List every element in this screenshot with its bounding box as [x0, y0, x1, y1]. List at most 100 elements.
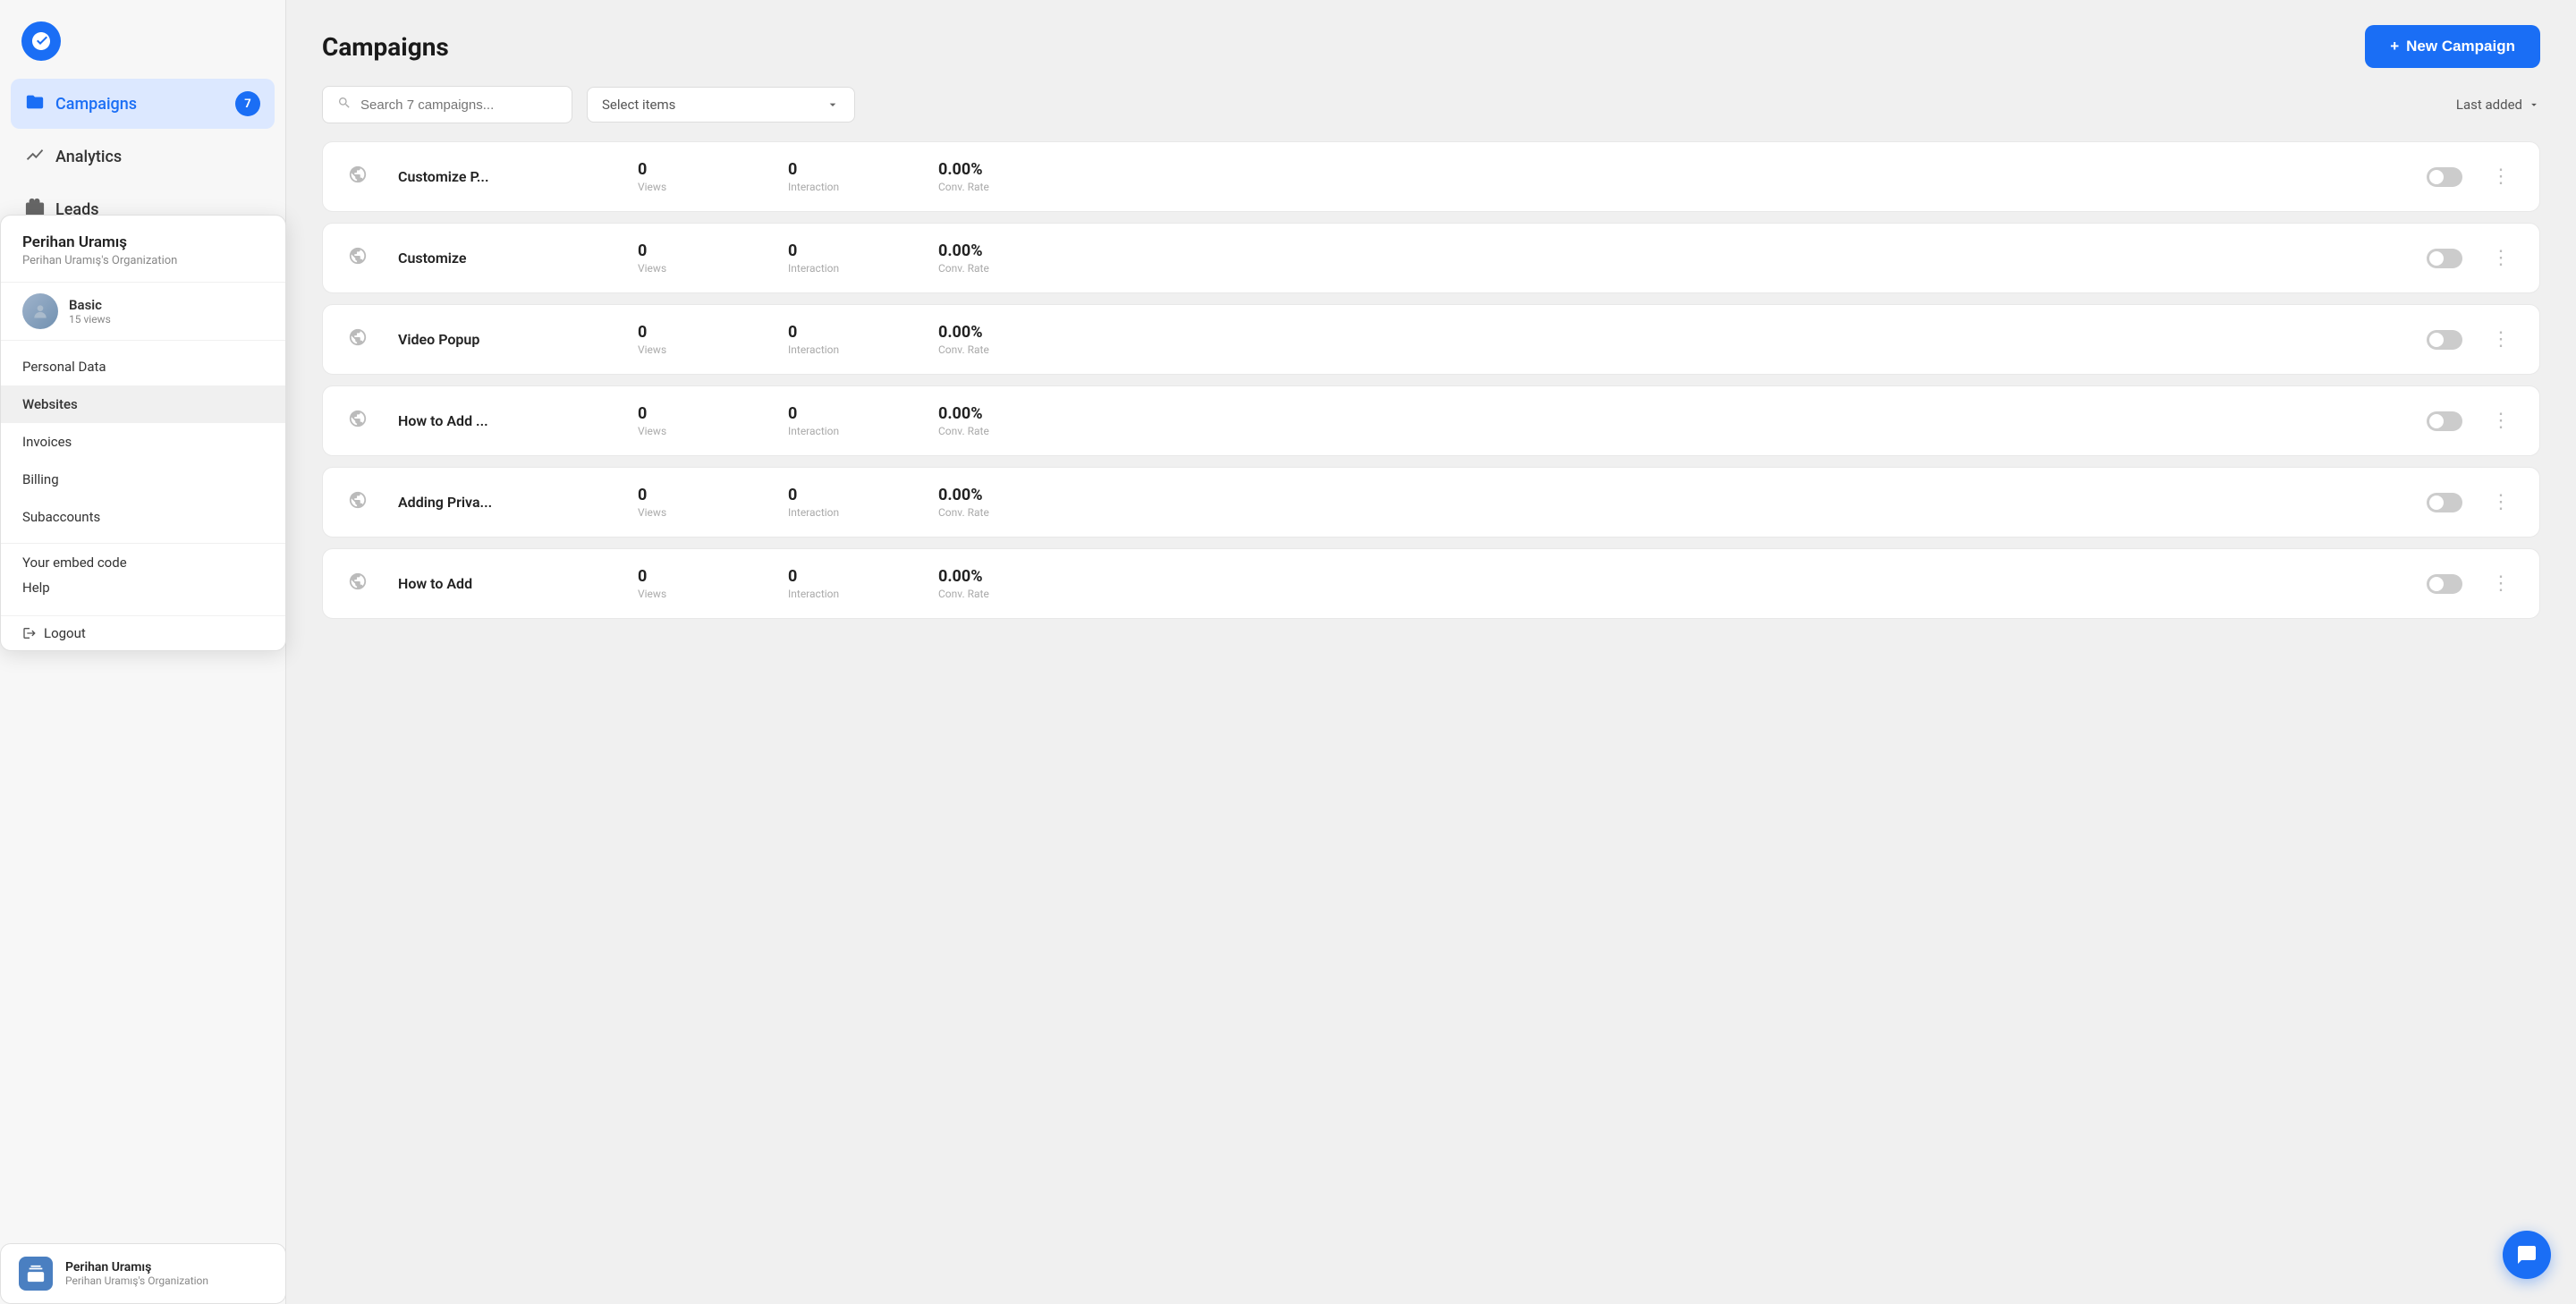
user-bar-name: Perihan Uramış	[65, 1260, 208, 1274]
user-dropdown: Perihan Uramış Perihan Uramış's Organiza…	[0, 215, 286, 651]
campaign-conv-rate: 0.00% Conv. Rate	[938, 241, 1063, 275]
campaign-toggle[interactable]	[2427, 493, 2462, 512]
embed-code-link[interactable]: Your embed code	[22, 555, 264, 571]
plan-info: Basic 15 views	[69, 297, 111, 326]
filter-bar: Select items Last added	[286, 86, 2576, 141]
campaign-card: Customize 0 Views 0 Interaction 0.00% Co…	[322, 223, 2540, 293]
campaign-toggle[interactable]	[2427, 167, 2462, 187]
campaign-interaction: 0 Interaction	[788, 241, 913, 275]
campaign-views: 0 Views	[638, 241, 763, 275]
campaign-interaction: 0 Interaction	[788, 323, 913, 356]
campaign-name[interactable]: Customize	[398, 250, 613, 267]
campaign-globe-icon	[348, 409, 373, 434]
campaign-conv-rate: 0.00% Conv. Rate	[938, 486, 1063, 519]
campaign-name[interactable]: Customize P...	[398, 168, 613, 185]
campaign-name[interactable]: Adding Priva...	[398, 494, 613, 511]
plus-icon: +	[2390, 38, 2399, 55]
analytics-icon	[25, 145, 45, 169]
campaign-more-button[interactable]: ⋮	[2487, 406, 2514, 436]
menu-item-subaccounts[interactable]: Subaccounts	[1, 498, 285, 536]
dropdown-menu: Personal Data Websites Invoices Billing …	[1, 341, 285, 543]
campaign-conv-rate: 0.00% Conv. Rate	[938, 567, 1063, 600]
campaign-card: Video Popup 0 Views 0 Interaction 0.00% …	[322, 304, 2540, 375]
app-logo[interactable]	[0, 0, 285, 79]
chat-button[interactable]	[2503, 1231, 2551, 1279]
sidebar-item-campaigns[interactable]: Campaigns 7	[11, 79, 275, 129]
campaign-name[interactable]: How to Add ...	[398, 412, 613, 429]
campaign-toggle[interactable]	[2427, 574, 2462, 594]
logout-button[interactable]: Logout	[1, 615, 285, 650]
user-avatar	[19, 1257, 53, 1291]
search-box[interactable]	[322, 86, 572, 123]
dropdown-user-org: Perihan Uramış's Organization	[22, 254, 264, 267]
campaign-conv-rate: 0.00% Conv. Rate	[938, 160, 1063, 193]
campaign-views: 0 Views	[638, 404, 763, 437]
campaign-globe-icon	[348, 246, 373, 271]
campaign-more-button[interactable]: ⋮	[2487, 162, 2514, 191]
select-items-label: Select items	[602, 97, 675, 113]
campaign-views: 0 Views	[638, 323, 763, 356]
dropdown-header: Perihan Uramış Perihan Uramış's Organiza…	[1, 216, 285, 283]
user-plan-row: Basic 15 views	[1, 283, 285, 341]
campaign-card: How to Add 0 Views 0 Interaction 0.00% C…	[322, 548, 2540, 619]
campaign-name[interactable]: How to Add	[398, 575, 613, 592]
search-icon	[337, 96, 352, 114]
campaign-more-button[interactable]: ⋮	[2487, 243, 2514, 273]
plan-avatar	[22, 293, 58, 329]
campaign-toggle[interactable]	[2427, 411, 2462, 431]
user-bar[interactable]: Perihan Uramış Perihan Uramış's Organiza…	[0, 1243, 286, 1304]
campaign-views: 0 Views	[638, 160, 763, 193]
campaign-globe-icon	[348, 165, 373, 190]
campaign-toggle[interactable]	[2427, 330, 2462, 350]
user-bar-info: Perihan Uramış Perihan Uramış's Organiza…	[65, 1260, 208, 1287]
chevron-down-icon	[826, 97, 840, 112]
campaign-interaction: 0 Interaction	[788, 567, 913, 600]
campaign-toggle[interactable]	[2427, 249, 2462, 268]
user-bar-org: Perihan Uramış's Organization	[65, 1274, 208, 1287]
logo-icon	[21, 21, 61, 61]
campaigns-badge: 7	[235, 91, 260, 116]
campaign-globe-icon	[348, 572, 373, 597]
main-content: Campaigns + New Campaign Select items La…	[286, 0, 2576, 1304]
menu-item-personal-data[interactable]: Personal Data	[1, 348, 285, 385]
dropdown-links: Your embed code Help	[1, 543, 285, 615]
campaign-card: Customize P... 0 Views 0 Interaction 0.0…	[322, 141, 2540, 212]
select-items-dropdown[interactable]: Select items	[587, 87, 855, 123]
campaigns-icon	[25, 92, 45, 116]
campaign-views: 0 Views	[638, 486, 763, 519]
campaign-card: How to Add ... 0 Views 0 Interaction 0.0…	[322, 385, 2540, 456]
campaign-globe-icon	[348, 490, 373, 515]
campaign-list: Customize P... 0 Views 0 Interaction 0.0…	[286, 141, 2576, 1304]
campaign-interaction: 0 Interaction	[788, 160, 913, 193]
campaign-more-button[interactable]: ⋮	[2487, 325, 2514, 354]
campaign-more-button[interactable]: ⋮	[2487, 569, 2514, 598]
campaign-more-button[interactable]: ⋮	[2487, 487, 2514, 517]
page-header: Campaigns + New Campaign	[286, 0, 2576, 86]
page-title: Campaigns	[322, 32, 449, 62]
campaign-card: Adding Priva... 0 Views 0 Interaction 0.…	[322, 467, 2540, 538]
new-campaign-button[interactable]: + New Campaign	[2365, 25, 2540, 68]
campaign-views: 0 Views	[638, 567, 763, 600]
sidebar-item-analytics[interactable]: Analytics	[11, 132, 275, 182]
sidebar-item-label: Campaigns	[55, 95, 137, 114]
campaign-name[interactable]: Video Popup	[398, 331, 613, 348]
search-input[interactable]	[360, 97, 557, 113]
campaign-conv-rate: 0.00% Conv. Rate	[938, 323, 1063, 356]
new-campaign-label: New Campaign	[2406, 38, 2515, 55]
campaign-conv-rate: 0.00% Conv. Rate	[938, 404, 1063, 437]
menu-item-billing[interactable]: Billing	[1, 461, 285, 498]
sort-control[interactable]: Last added	[2456, 97, 2540, 113]
campaign-interaction: 0 Interaction	[788, 486, 913, 519]
help-link[interactable]: Help	[22, 580, 264, 596]
plan-name: Basic	[69, 297, 111, 313]
menu-item-invoices[interactable]: Invoices	[1, 423, 285, 461]
campaign-interaction: 0 Interaction	[788, 404, 913, 437]
sort-chevron-icon	[2528, 98, 2540, 111]
menu-item-websites[interactable]: Websites	[1, 385, 285, 423]
sidebar: Campaigns 7 Analytics Leads Perihan Uram…	[0, 0, 286, 1304]
plan-views: 15 views	[69, 313, 111, 326]
logout-label: Logout	[44, 625, 86, 641]
campaign-globe-icon	[348, 327, 373, 352]
dropdown-user-name: Perihan Uramış	[22, 233, 264, 251]
sidebar-item-label: Analytics	[55, 148, 122, 166]
